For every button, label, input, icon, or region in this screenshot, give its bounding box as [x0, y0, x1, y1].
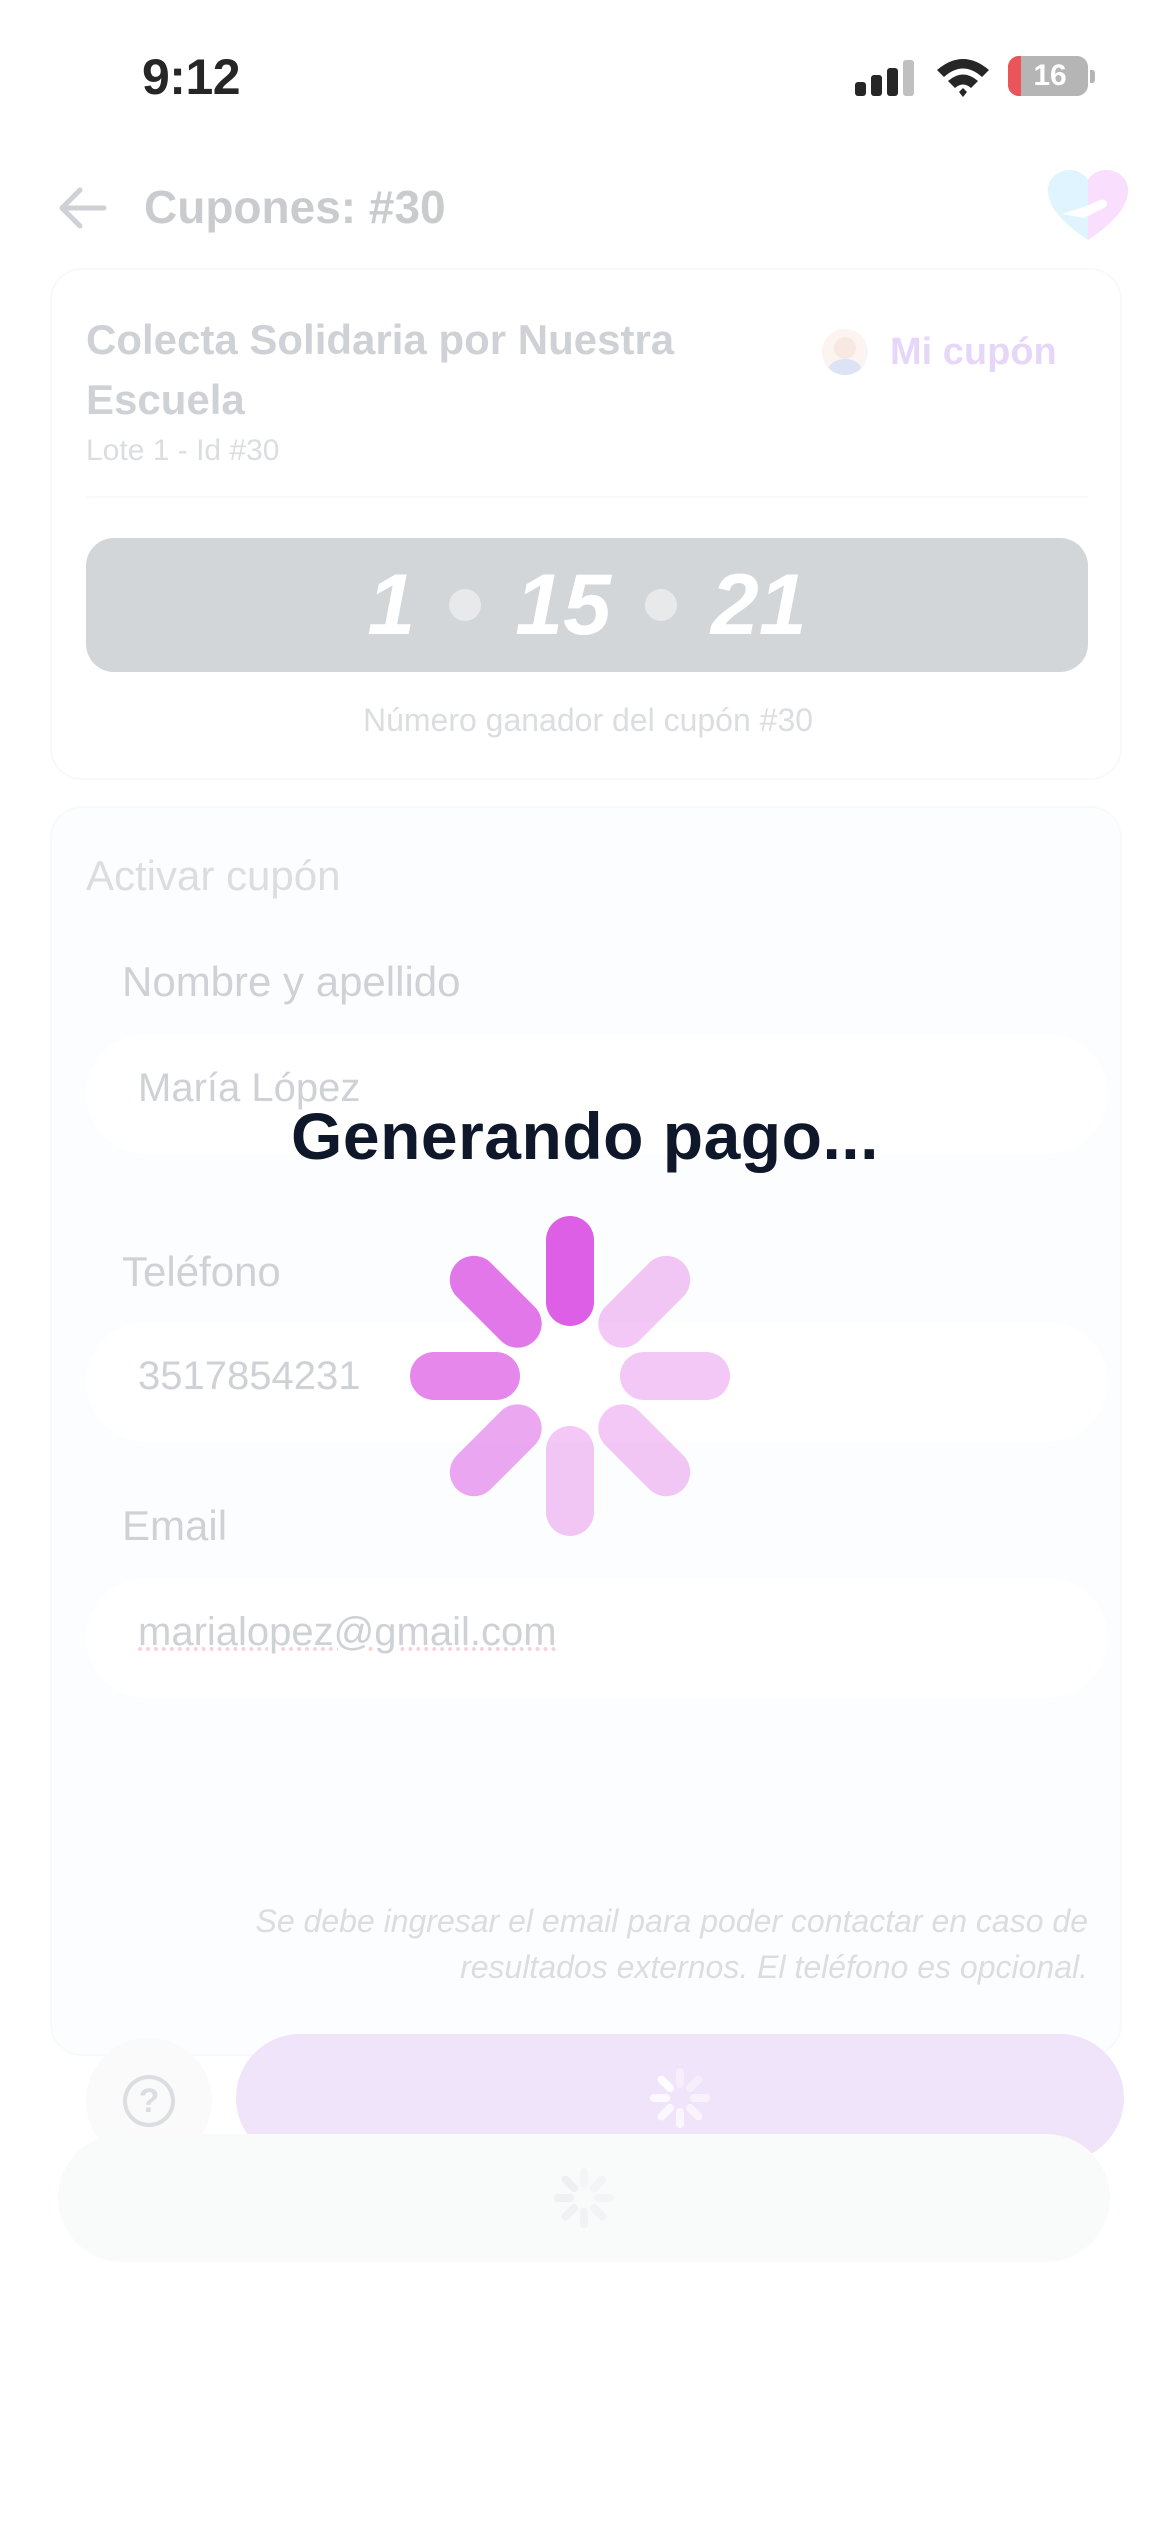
spinner-spoke — [410, 1352, 520, 1400]
spinner-spoke — [546, 1216, 594, 1326]
spinner-spoke — [588, 1245, 701, 1358]
spinner-spoke — [546, 1426, 594, 1536]
spinner-spoke — [620, 1352, 730, 1400]
loading-text: Generando pago... — [291, 1099, 879, 1173]
loading-overlay: Generando pago... — [0, 0, 1170, 2532]
spinner-spoke — [588, 1394, 701, 1507]
spinner-spoke — [439, 1245, 552, 1358]
spinner-spoke — [439, 1394, 552, 1507]
loading-spinner-icon — [410, 1216, 730, 1536]
